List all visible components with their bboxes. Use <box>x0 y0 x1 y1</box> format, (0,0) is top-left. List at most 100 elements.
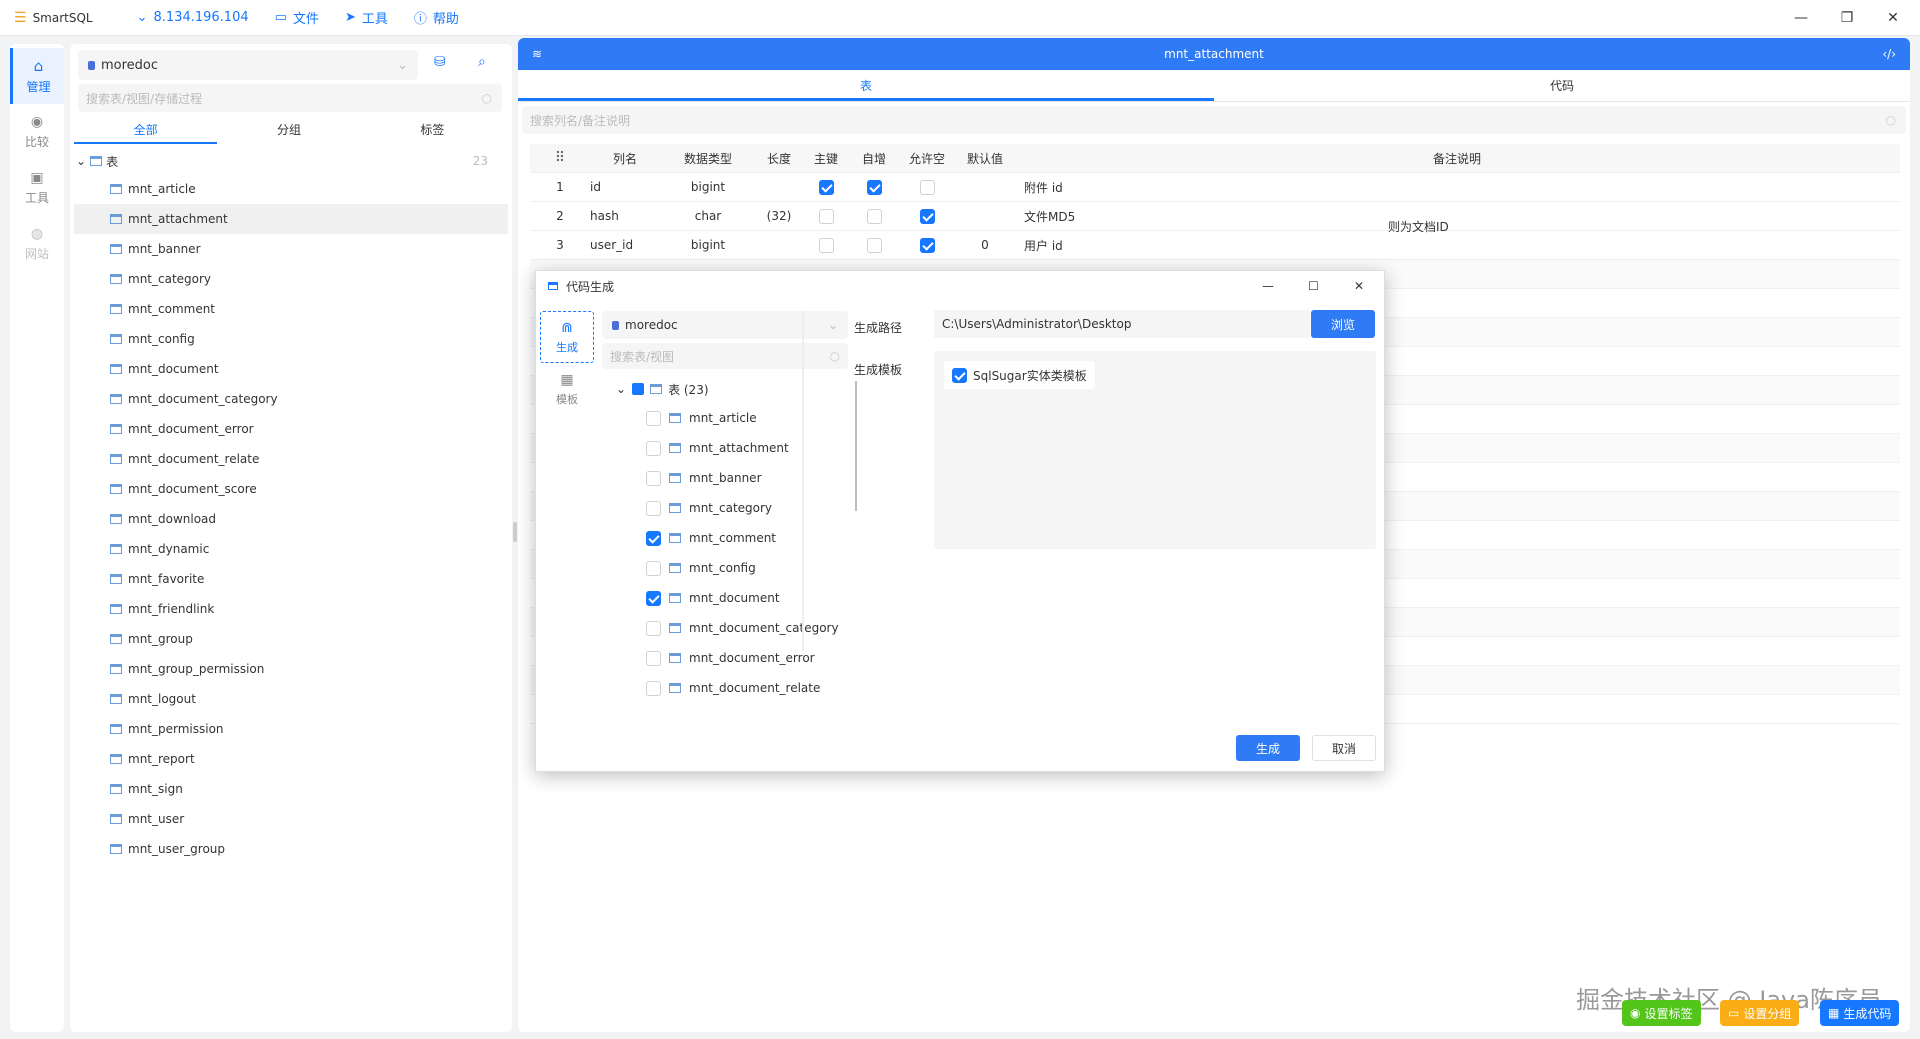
table-checkbox[interactable] <box>646 500 661 516</box>
pk-checkbox[interactable] <box>818 208 834 224</box>
table-list-item[interactable]: mnt_download <box>74 504 508 534</box>
root-partial-checkbox[interactable] <box>632 383 645 395</box>
menu-help[interactable]: ⓘ 帮助 <box>414 8 459 27</box>
dialog-minimize-button[interactable]: — <box>1262 279 1274 293</box>
nav-manage[interactable]: ⌂ 管理 <box>10 48 64 104</box>
table-list-item[interactable]: mnt_dynamic <box>74 534 508 564</box>
generate-button[interactable]: 生成 <box>1236 735 1300 761</box>
refresh-db-icon[interactable]: ⛁ <box>434 54 446 70</box>
column-name[interactable]: hash <box>590 209 660 223</box>
tab-tag[interactable]: 标签 <box>361 116 504 144</box>
ai-checkbox[interactable] <box>866 179 882 195</box>
ai-checkbox[interactable] <box>866 208 882 224</box>
search-db-icon[interactable]: ⌕ <box>478 54 486 70</box>
dialog-database-select[interactable]: moredoc ⌄ <box>602 311 848 339</box>
table-list-item[interactable]: mnt_sign <box>74 774 508 804</box>
menu-file[interactable]: ▭ 文件 <box>275 8 319 27</box>
server-selector[interactable]: ⌄ 8.134.196.104 <box>137 10 249 25</box>
dialog-tree-scrollbar[interactable] <box>855 381 857 511</box>
table-list-item[interactable]: mnt_document_error <box>74 414 508 444</box>
table-list-item[interactable]: mnt_document_category <box>74 384 508 414</box>
dialog-tree-root[interactable]: ⌄ 表 (23) <box>616 375 709 403</box>
minimize-button[interactable]: — <box>1778 0 1824 36</box>
table-checkbox[interactable] <box>646 590 661 606</box>
remark[interactable]: 用户 id <box>1014 237 1900 254</box>
column-type[interactable]: bigint <box>660 238 756 252</box>
database-select[interactable]: moredoc ⌄ <box>78 50 418 80</box>
table-list-item[interactable]: mnt_document_score <box>74 474 508 504</box>
dialog-table-item[interactable]: mnt_document_category <box>602 613 842 643</box>
nav-compare[interactable]: ◉ 比较 <box>10 104 64 160</box>
table-checkbox[interactable] <box>646 680 661 696</box>
ai-checkbox[interactable] <box>866 237 882 253</box>
menu-tools[interactable]: ➤ 工具 <box>345 8 388 27</box>
cancel-button[interactable]: 取消 <box>1312 735 1376 761</box>
table-list-item[interactable]: mnt_user <box>74 804 508 834</box>
table-list-item[interactable]: mnt_document <box>74 354 508 384</box>
pk-checkbox[interactable] <box>818 237 834 253</box>
table-list-item[interactable]: mnt_banner <box>74 234 508 264</box>
close-button[interactable]: ✕ <box>1870 0 1916 36</box>
browse-button[interactable]: 浏览 <box>1311 310 1375 338</box>
dialog-table-item[interactable]: mnt_config <box>602 553 842 583</box>
restore-button[interactable]: ❐ <box>1824 0 1870 36</box>
column-name[interactable]: user_id <box>590 238 660 252</box>
dialog-table-item[interactable]: mnt_document_relate <box>602 673 842 703</box>
tab-table[interactable]: 表 <box>518 70 1214 101</box>
dialog-maximize-button[interactable]: ☐ <box>1308 279 1319 293</box>
column-name[interactable]: id <box>590 180 660 194</box>
path-input[interactable]: C:\Users\Administrator\Desktop <box>934 310 1310 338</box>
table-list-item[interactable]: mnt_logout <box>74 684 508 714</box>
splitter-handle[interactable] <box>513 522 517 542</box>
nullable-checkbox[interactable] <box>919 237 935 253</box>
tab-all[interactable]: 全部 <box>74 116 218 144</box>
template-option[interactable]: SqlSugar实体类模板 <box>944 361 1095 389</box>
table-list-item[interactable]: mnt_user_group <box>74 834 508 864</box>
dialog-table-item[interactable]: mnt_comment <box>602 523 842 553</box>
set-group-button[interactable]: ▭ 设置分组 <box>1720 1000 1800 1026</box>
nullable-checkbox[interactable] <box>919 208 935 224</box>
set-tag-button[interactable]: ◉ 设置标签 <box>1622 1000 1701 1026</box>
code-icon[interactable]: ‹/› <box>1882 47 1896 61</box>
nav-tools[interactable]: ▣ 工具 <box>10 160 64 216</box>
table-list-item[interactable]: mnt_category <box>74 264 508 294</box>
table-checkbox[interactable] <box>646 410 661 426</box>
template-checkbox[interactable] <box>952 367 967 383</box>
column-search-input[interactable]: 搜索列名/备注说明 ○ <box>522 106 1906 134</box>
table-list-item[interactable]: mnt_favorite <box>74 564 508 594</box>
table-checkbox[interactable] <box>646 620 661 636</box>
nav-website[interactable]: ◍ 网站 <box>10 216 64 272</box>
dialog-table-item[interactable]: mnt_banner <box>602 463 842 493</box>
table-list-item[interactable]: mnt_permission <box>74 714 508 744</box>
table-list-item[interactable]: mnt_group <box>74 624 508 654</box>
default-value[interactable]: 0 <box>956 238 1014 252</box>
table-checkbox[interactable] <box>646 440 661 456</box>
table-row[interactable]: 2 hash char (32) 文件MD5 <box>530 202 1900 231</box>
grid-menu-icon[interactable]: ⠿ <box>530 150 590 166</box>
table-list-item[interactable]: mnt_friendlink <box>74 594 508 624</box>
dialog-table-item[interactable]: mnt_document <box>602 583 842 613</box>
table-list-item[interactable]: mnt_report <box>74 744 508 774</box>
tab-code[interactable]: 代码 <box>1214 70 1910 101</box>
dialog-table-item[interactable]: mnt_document_error <box>602 643 842 673</box>
nullable-checkbox[interactable] <box>919 179 935 195</box>
table-list-item[interactable]: mnt_config <box>74 324 508 354</box>
dialog-tab-generate[interactable]: ⋒ 生成 <box>540 311 594 363</box>
generate-code-button[interactable]: ▦ 生成代码 <box>1820 1000 1900 1026</box>
dialog-table-item[interactable]: mnt_attachment <box>602 433 842 463</box>
tab-group[interactable]: 分组 <box>217 116 360 144</box>
dialog-close-button[interactable]: ✕ <box>1354 279 1364 293</box>
remark[interactable]: 附件 id <box>1014 179 1900 196</box>
tree-root-tables[interactable]: ⌄ 表 23 <box>76 150 502 172</box>
dialog-table-item[interactable]: mnt_article <box>602 403 842 433</box>
dialog-tab-template[interactable]: ▦ 模板 <box>540 363 594 415</box>
table-list-item[interactable]: mnt_article <box>74 174 508 204</box>
table-search-input[interactable]: 搜索表/视图/存储过程 ○ <box>78 84 502 112</box>
table-list-item[interactable]: mnt_document_relate <box>74 444 508 474</box>
table-list-item[interactable]: mnt_comment <box>74 294 508 324</box>
table-list-item[interactable]: mnt_attachment <box>74 204 508 234</box>
column-length[interactable]: (32) <box>756 209 802 223</box>
dialog-search-input[interactable]: 搜索表/视图 ○ <box>602 343 848 369</box>
table-checkbox[interactable] <box>646 560 661 576</box>
pk-checkbox[interactable] <box>818 179 834 195</box>
